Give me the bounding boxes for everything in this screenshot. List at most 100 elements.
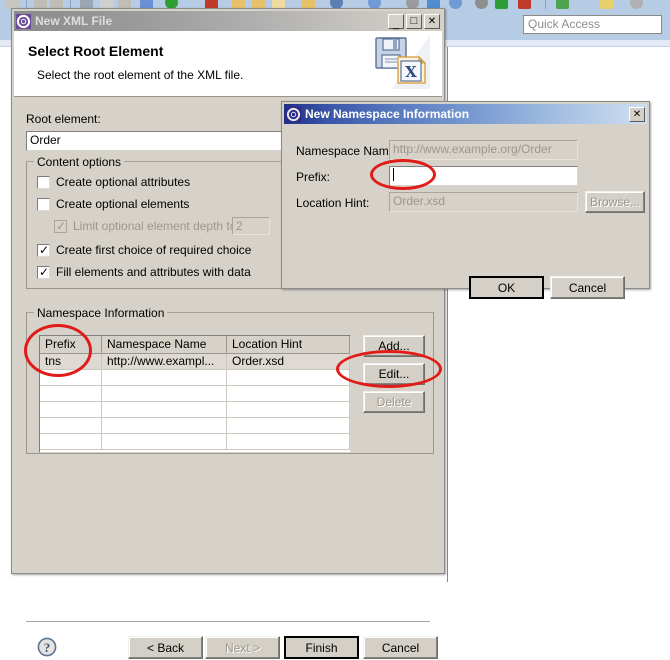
checkbox-fill-elements-with-data[interactable]: ✓ Fill elements and attributes with data [37,265,251,279]
page-title: Select Root Element [28,43,164,59]
namespace-table[interactable]: Prefix Namespace Name Location Hint tns … [39,335,351,453]
content-options-label: Content options [34,155,125,169]
page-description: Select the root element of the XML file. [37,68,244,82]
eclipse-wizard-icon [16,13,31,29]
checkbox-create-optional-elements[interactable]: Create optional elements [37,197,189,211]
last-edit-location-icon[interactable] [449,0,462,9]
table-row[interactable] [40,402,350,418]
back-button[interactable]: < Back [128,636,203,659]
text-caret [393,168,394,181]
finish-button[interactable]: Finish [284,636,359,659]
eclipse-wizard-icon [286,106,301,122]
table-row[interactable] [40,418,350,434]
ok-button[interactable]: OK [469,276,544,299]
checkbox-box [37,175,50,189]
cell-prefix [40,386,102,402]
pin-editor-icon[interactable] [556,0,569,9]
table-row[interactable] [40,434,350,450]
help-question-icon[interactable]: ? [37,637,57,657]
namespace-information-label: Namespace Information [34,306,168,320]
cell-location-hint: Order.xsd [227,354,350,370]
cell-location-hint [227,434,350,450]
quick-access-input[interactable]: Quick Access [523,15,662,34]
location-hint-input: Order.xsd [389,192,578,212]
checkbox-label: Fill elements and attributes with data [56,265,251,279]
cell-location-hint [227,418,350,434]
checkbox-box: ✓ [54,218,67,233]
back-icon[interactable] [475,0,488,9]
cell-namespace-name [102,370,227,386]
check-mark-icon: ✓ [56,218,67,233]
cell-namespace-name [102,402,227,418]
new-namespace-information-dialog: New Namespace Information ✕ Namespace Na… [281,101,650,299]
quick-fix-icon[interactable] [600,0,613,9]
new-xml-file-wizard: New XML File _ □ ✕ Select Root Element S… [11,8,445,659]
cell-prefix [40,434,102,450]
table-row[interactable] [40,386,350,402]
cancel-button[interactable]: Cancel [363,636,438,659]
forward-icon[interactable] [495,0,508,9]
check-mark-icon: ✓ [39,242,50,257]
nsdlg-window-controls: ✕ [629,106,647,122]
table-row[interactable]: tns http://www.exampl... Order.xsd [40,354,350,370]
cell-namespace-name [102,386,227,402]
close-icon: ✕ [632,108,642,120]
maximize-button[interactable]: □ [406,13,422,29]
nsdlg-title-bar[interactable]: New Namespace Information ✕ [284,104,647,124]
cancel-button[interactable]: Cancel [550,276,625,299]
checkbox-box: ✓ [37,264,50,279]
nsdlg-body: Namespace Name: http://www.example.org/O… [284,124,647,299]
check-mark-icon: ✓ [39,264,50,279]
toggle-mark-icon[interactable] [630,0,643,9]
checkbox-create-first-choice[interactable]: ✓ Create first choice of required choice [37,243,251,257]
browse-button: Browse... [585,191,645,213]
prefix-label: Prefix: [296,170,331,184]
close-icon: ✕ [427,15,437,27]
cell-prefix: tns [40,354,102,370]
close-button[interactable]: ✕ [424,13,440,29]
maximize-icon: □ [410,14,418,27]
checkbox-label: Create optional elements [56,197,190,211]
prefix-input[interactable] [389,166,578,186]
checkbox-label: Create optional attributes [56,175,191,189]
root-element-label: Root element: [26,112,101,126]
checkbox-box [37,197,50,211]
next-button: Next > [205,636,280,659]
namespace-name-input: http://www.example.org/Order [389,140,578,160]
checkbox-label: Create first choice of required choice [56,243,252,257]
checkbox-label: Limit optional element depth to: [73,219,240,233]
table-row[interactable] [40,370,350,386]
cell-prefix [40,370,102,386]
svg-text:?: ? [44,640,51,655]
namespace-name-label: Namespace Name: [296,144,399,158]
cell-location-hint [227,402,350,418]
checkbox-limit-optional-element-depth: ✓ Limit optional element depth to: [54,219,240,233]
cell-namespace-name [102,434,227,450]
cell-prefix [40,402,102,418]
column-header-location-hint[interactable]: Location Hint [227,336,350,354]
namespace-information-group: Namespace Information Prefix Namespace N… [26,306,434,454]
delete-namespace-button: Delete [363,391,425,413]
toggle-breakpoint-icon[interactable] [518,0,531,9]
footer-divider [26,621,430,622]
optional-element-depth-input: 2 [232,217,270,235]
checkbox-create-optional-attributes[interactable]: Create optional attributes [37,175,190,189]
wizard-title-text: New XML File [35,14,113,28]
cell-namespace-name [102,418,227,434]
svg-text:X: X [405,63,417,81]
close-button[interactable]: ✕ [629,106,645,122]
xml-file-floppy-icon: X [372,35,430,89]
cell-location-hint [227,386,350,402]
column-header-namespace-name[interactable]: Namespace Name [102,336,227,354]
checkbox-box: ✓ [37,242,50,257]
edit-namespace-button[interactable]: Edit... [363,363,425,385]
column-header-prefix[interactable]: Prefix [40,336,102,354]
wizard-title-bar[interactable]: New XML File _ □ ✕ [14,11,442,31]
cell-namespace-name: http://www.exampl... [102,354,227,370]
cell-location-hint [227,370,350,386]
add-namespace-button[interactable]: Add... [363,335,425,357]
wizard-header: Select Root Element Select the root elem… [14,31,442,97]
cell-prefix [40,418,102,434]
nsdlg-title-text: New Namespace Information [305,107,470,121]
minimize-button[interactable]: _ [388,13,404,30]
